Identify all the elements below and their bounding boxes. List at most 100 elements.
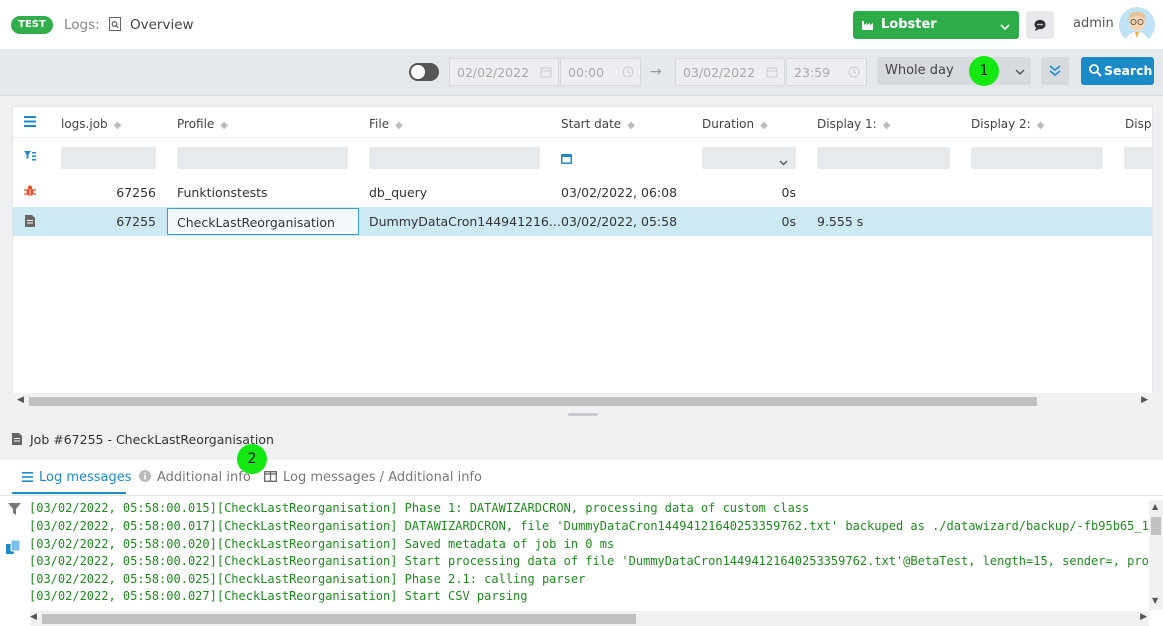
list-icon [22, 471, 33, 486]
info-icon [139, 470, 151, 486]
env-badge: TEST [11, 16, 53, 34]
cell-profile-focused[interactable]: CheckLastReorganisation [167, 208, 359, 235]
avatar[interactable] [1119, 7, 1155, 43]
log-line: [03/02/2022, 05:58:00.017][CheckLastReor… [29, 519, 1163, 533]
menu-icon[interactable] [24, 115, 36, 130]
breadcrumb-logs[interactable]: Logs: [64, 17, 100, 33]
scroll-up-icon[interactable]: ▲ [1152, 502, 1158, 511]
cell-job-id: 67256 [116, 185, 156, 200]
split-view-icon [264, 471, 277, 486]
from-date-field[interactable]: 02/02/2022 [449, 58, 559, 86]
panel-resize-handle[interactable] [568, 413, 598, 416]
job-title: Job #67255 - CheckLastReorganisation [30, 432, 274, 447]
cell-file: db_query [369, 185, 428, 200]
col-header-display2[interactable]: Display 2: ◆ [971, 117, 1044, 131]
table-row-selected[interactable]: 67255 CheckLastReorganisation DummyDataC… [13, 207, 1152, 236]
scrollbar-thumb[interactable] [42, 614, 636, 624]
page-title: Overview [130, 17, 194, 33]
environment-label: Lobster [881, 17, 937, 32]
filter-display3-input[interactable] [1124, 147, 1152, 169]
filter-display2-input[interactable] [971, 147, 1103, 169]
filter-duration-select[interactable] [702, 147, 796, 169]
log-line: [03/02/2022, 05:58:00.015][CheckLastReor… [29, 501, 810, 515]
scroll-right-icon[interactable]: ▶ [1141, 395, 1148, 405]
chevron-down-icon [779, 154, 788, 169]
chat-icon [1034, 19, 1046, 34]
log-vertical-scrollbar[interactable]: ▲ ▼ [1149, 500, 1163, 610]
chevron-down-icon [1015, 65, 1025, 80]
col-header-job[interactable]: logs.job ◆ [61, 117, 121, 131]
messages-button[interactable] [1026, 11, 1054, 39]
log-horizontal-scrollbar[interactable]: ◀ ▶ [30, 611, 1149, 626]
filter-display1-input[interactable] [817, 147, 950, 169]
col-header-file[interactable]: File ◆ [369, 117, 403, 131]
cell-start-date: 03/02/2022, 05:58 [561, 214, 678, 229]
from-date-value: 02/02/2022 [457, 65, 530, 80]
to-date-field[interactable]: 03/02/2022 [675, 58, 785, 86]
calendar-icon[interactable] [561, 152, 572, 167]
filter-list-icon[interactable] [24, 150, 36, 165]
search-button[interactable]: Search [1081, 57, 1154, 85]
search-label: Search [1104, 63, 1153, 78]
copy-icon[interactable] [6, 539, 21, 558]
expand-filters-button[interactable] [1041, 57, 1069, 85]
scroll-right-icon[interactable]: ▶ [1140, 612, 1147, 622]
filter-profile-input[interactable] [177, 147, 348, 169]
date-range-toggle[interactable] [409, 63, 439, 81]
col-header-start-date[interactable]: Start date ◆ [561, 117, 635, 131]
document-search-icon [109, 17, 121, 31]
from-time-field[interactable]: 00:00 [560, 58, 641, 86]
filter-job-input[interactable] [61, 147, 156, 169]
cell-display1: 9.555 s [817, 214, 864, 229]
scroll-left-icon[interactable]: ◀ [17, 395, 24, 405]
table-horizontal-scrollbar[interactable]: ◀ ▶ [12, 393, 1153, 410]
jobs-table: logs.job ◆ Profile ◆ File ◆ Start date ◆ Dur… [12, 106, 1153, 410]
to-time-field[interactable]: 23:59 [786, 58, 867, 86]
active-tab-indicator [12, 492, 126, 494]
factory-icon [862, 19, 875, 34]
log-line: [03/02/2022, 05:58:00.022][CheckLastReor… [29, 554, 1163, 568]
filter-icon[interactable] [8, 503, 21, 518]
log-line: [03/02/2022, 05:58:00.027][CheckLastReor… [29, 589, 528, 603]
scroll-down-icon[interactable]: ▼ [1152, 596, 1158, 605]
log-messages-panel: [03/02/2022, 05:58:00.015][CheckLastReor… [0, 496, 1163, 626]
scrollbar-thumb[interactable] [29, 397, 1037, 406]
chevron-down-icon [1000, 20, 1010, 35]
col-header-duration[interactable]: Duration ◆ [702, 117, 768, 131]
annotation-marker-2: 2 [237, 444, 267, 474]
arrow-right-icon: → [650, 64, 662, 80]
tab-log-messages[interactable]: Log messages [22, 470, 132, 486]
cell-duration: 0s [781, 214, 796, 229]
user-name[interactable]: admin [1073, 16, 1114, 31]
calendar-icon [766, 66, 778, 78]
document-icon [25, 215, 35, 230]
range-value: Whole day [885, 63, 954, 78]
document-icon [12, 433, 23, 446]
scroll-left-icon[interactable]: ◀ [30, 612, 37, 622]
environment-select[interactable]: Lobster [853, 11, 1019, 39]
clock-icon [622, 66, 634, 78]
log-line: [03/02/2022, 05:58:00.025][CheckLastReor… [29, 572, 586, 586]
col-header-display3[interactable]: Displa [1125, 117, 1152, 131]
annotation-marker-1: 1 [969, 56, 999, 86]
cell-file: DummyDataCron144941216... [369, 214, 561, 229]
error-bug-icon [24, 185, 36, 200]
calendar-icon [540, 66, 552, 78]
table-row[interactable]: 67256 Funktionstests db_query 03/02/2022… [13, 178, 1152, 207]
filter-file-input[interactable] [369, 147, 540, 169]
cell-profile: Funktionstests [177, 185, 268, 200]
cell-duration: 0s [781, 185, 796, 200]
clock-icon [848, 66, 860, 78]
tab-additional-info[interactable]: Additional info [139, 470, 251, 486]
scrollbar-thumb[interactable] [1151, 517, 1161, 535]
col-header-profile[interactable]: Profile ◆ [177, 117, 228, 131]
log-line: [03/02/2022, 05:58:00.020][CheckLastReor… [29, 537, 615, 551]
range-select[interactable]: Whole day [877, 57, 1031, 85]
to-date-value: 03/02/2022 [683, 65, 756, 80]
double-chevron-down-icon [1049, 64, 1061, 80]
col-header-display1[interactable]: Display 1: ◆ [817, 117, 890, 131]
tab-log-and-info[interactable]: Log messages / Additional info [264, 470, 482, 486]
cell-start-date: 03/02/2022, 06:08 [561, 185, 678, 200]
from-time-value: 00:00 [568, 65, 605, 80]
cell-job-id: 67255 [116, 214, 156, 229]
